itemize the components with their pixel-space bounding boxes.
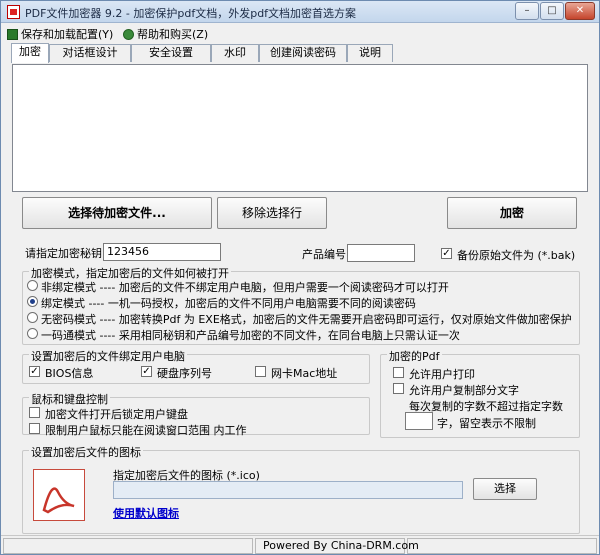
browse-icon-button[interactable]: 选择 <box>473 478 537 500</box>
tab-content: 选择待加密文件... 移除选择行 加密 请指定加密秘钥 123456 产品编号 … <box>7 62 591 537</box>
copy-limit-suffix: 字，留空表示不限制 <box>437 417 536 430</box>
backup-checkbox[interactable]: ✓ <box>441 248 452 259</box>
tab-encrypt[interactable]: 加密 <box>11 43 49 63</box>
menu-item-help-buy[interactable]: 帮助和购买(Z) <box>123 26 208 41</box>
file-list[interactable] <box>12 64 588 192</box>
close-button[interactable]: ✕ <box>565 2 595 20</box>
pdf-file-icon <box>33 469 85 521</box>
pdf-app-icon <box>7 5 20 19</box>
allow-print-checkbox[interactable] <box>393 367 404 378</box>
select-files-button[interactable]: 选择待加密文件... <box>22 197 212 229</box>
limit-mouse-label: 限制用户鼠标只能在阅读窗口范围 内工作 <box>45 424 247 437</box>
app-window: PDF文件加密器 9.2 - 加密保护pdf文档，外发pdf文档加密首选方案 –… <box>0 0 600 555</box>
lock-keyboard-checkbox[interactable] <box>29 407 40 418</box>
product-input[interactable] <box>347 244 415 262</box>
title-bar[interactable]: PDF文件加密器 9.2 - 加密保护pdf文档，外发pdf文档加密首选方案 –… <box>1 1 599 23</box>
bios-checkbox[interactable]: ✓ <box>29 366 40 377</box>
maximize-button[interactable]: □ <box>540 2 564 20</box>
status-cell-right <box>407 538 597 554</box>
bind-title: 设置加密后的文件绑定用户电脑 <box>29 348 187 364</box>
disk-serial-label: 硬盘序列号 <box>157 367 212 380</box>
limit-mouse-checkbox[interactable] <box>29 423 40 434</box>
use-default-icon-link[interactable]: 使用默认图标 <box>113 505 179 521</box>
remove-selected-button[interactable]: 移除选择行 <box>217 197 327 229</box>
allow-copy-checkbox[interactable] <box>393 383 404 394</box>
mode-label-unbound: 非绑定模式 ---- 加密后的文件不绑定用户电脑，但用户需要一个阅读密码才可以打… <box>41 281 449 294</box>
mouse-keyboard-group: 鼠标和键盘控制 加密文件打开后锁定用户键盘 限制用户鼠标只能在阅读窗口范围 内工… <box>22 391 370 437</box>
allow-copy-label: 允许用户复制部分文字 <box>409 384 519 397</box>
menu-item-label: 帮助和购买(Z) <box>137 28 209 41</box>
mode-label-no-password: 无密码模式 ---- 加密转换Pdf 为 EXE格式，加密后的文件无需要开启密码… <box>41 313 572 326</box>
key-label: 请指定加密秘钥 <box>25 247 102 260</box>
mode-label-one-code: 一码通模式 ---- 采用相同秘钥和产品编号加密的不同文件，在同台电脑上只需认证… <box>41 329 460 342</box>
product-label: 产品编号 <box>302 248 346 261</box>
encrypt-mode-group: 加密模式，指定加密后的文件如何被打开 非绑定模式 ---- 加密后的文件不绑定用… <box>22 265 580 345</box>
icon-group-title: 设置加密后文件的图标 <box>29 444 143 460</box>
copy-limit-input[interactable] <box>405 412 433 430</box>
mode-radio-bound[interactable] <box>27 296 38 307</box>
tab-security[interactable]: 安全设置 <box>131 44 211 62</box>
bios-label: BIOS信息 <box>45 367 94 380</box>
help-icon <box>123 29 134 40</box>
tab-watermark[interactable]: 水印 <box>211 44 259 62</box>
menu-item-label: 保存和加载配置(Y) <box>21 28 114 41</box>
pdf-group: 加密的Pdf 允许用户打印 允许用户复制部分文字 每次复制的字数不超过指定字数 … <box>380 348 580 438</box>
disk-serial-checkbox[interactable]: ✓ <box>141 366 152 377</box>
mode-radio-unbound[interactable] <box>27 280 38 291</box>
icon-path-input[interactable] <box>113 481 463 499</box>
menu-bar: 保存和加载配置(Y) 帮助和购买(Z) <box>1 24 599 43</box>
status-text: Powered By China-DRM.com <box>263 539 419 552</box>
pdf-title: 加密的Pdf <box>387 348 442 364</box>
status-bar: Powered By China-DRM.com <box>1 535 599 555</box>
tab-instructions[interactable]: 说明 <box>347 44 393 62</box>
backup-label: 备份原始文件为 (*.bak) <box>457 249 576 262</box>
bind-group: 设置加密后的文件绑定用户电脑 ✓ BIOS信息 ✓ 硬盘序列号 网卡Mac地址 <box>22 348 370 384</box>
minimize-button[interactable]: – <box>515 2 539 20</box>
icon-group: 设置加密后文件的图标 指定加密后文件的图标 (*.ico) 选择 使用默认图标 <box>22 444 580 534</box>
mouse-keyboard-title: 鼠标和键盘控制 <box>29 391 110 407</box>
mode-radio-one-code[interactable] <box>27 328 38 339</box>
status-cell-left <box>3 538 253 554</box>
mode-label-bound: 绑定模式 ---- 一机一码授权，加密后的文件不同用户电脑需要不同的阅读密码 <box>41 297 416 310</box>
mode-radio-no-password[interactable] <box>27 312 38 323</box>
mac-address-checkbox[interactable] <box>255 366 266 377</box>
encrypt-button[interactable]: 加密 <box>447 197 577 229</box>
tab-dialog-design[interactable]: 对话框设计 <box>49 44 131 62</box>
menu-item-save-load[interactable]: 保存和加载配置(Y) <box>7 26 113 41</box>
save-icon <box>7 29 18 40</box>
mac-address-label: 网卡Mac地址 <box>271 367 338 380</box>
key-input[interactable]: 123456 <box>103 243 221 261</box>
tab-create-password[interactable]: 创建阅读密码 <box>259 44 347 62</box>
lock-keyboard-label: 加密文件打开后锁定用户键盘 <box>45 408 188 421</box>
window-title: PDF文件加密器 9.2 - 加密保护pdf文档，外发pdf文档加密首选方案 <box>25 7 357 20</box>
allow-print-label: 允许用户打印 <box>409 368 475 381</box>
